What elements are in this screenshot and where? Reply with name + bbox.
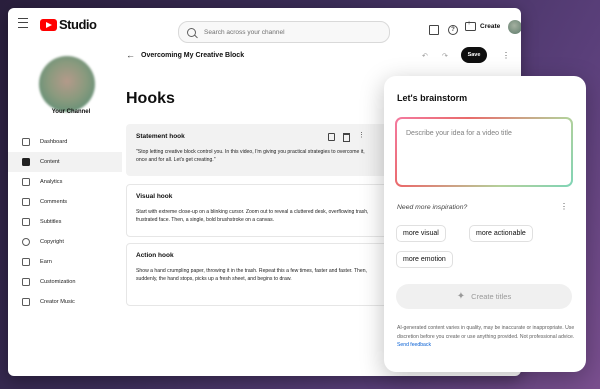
help-icon[interactable]: ?	[448, 25, 458, 35]
chip-more-actionable[interactable]: more actionable	[469, 225, 533, 242]
card-body: "Stop letting creative block control you…	[136, 149, 365, 163]
sparkle-icon: ✦	[456, 291, 466, 302]
sidebar-item-customization[interactable]: Customization	[8, 272, 122, 292]
sidebar-item-dashboard[interactable]: Dashboard	[8, 132, 122, 152]
brainstorm-panel: Let's brainstorm Describe your idea for …	[384, 76, 586, 372]
sidebar-item-label: Dashboard	[40, 139, 68, 145]
top-bar: Studio Search across your channel ? Crea…	[8, 8, 521, 43]
disclaimer-text: AI-generated content varies in quality, …	[397, 325, 575, 340]
copy-icon[interactable]	[328, 133, 335, 141]
redo-icon[interactable]: ↷	[442, 52, 448, 60]
create-titles-button[interactable]: ✦ Create titles	[396, 284, 572, 309]
subtitles-icon	[22, 218, 30, 226]
create-button[interactable]: Create	[465, 20, 501, 31]
customization-icon	[22, 278, 30, 286]
dashboard-icon	[22, 138, 30, 146]
sidebar-item-creator-music[interactable]: Creator Music	[8, 292, 122, 312]
delete-icon[interactable]	[343, 133, 350, 142]
sidebar-item-analytics[interactable]: Analytics	[8, 172, 122, 192]
logo-text: Studio	[59, 17, 97, 32]
youtube-logo-icon	[40, 18, 57, 31]
search-icon	[187, 27, 196, 37]
hook-card-action[interactable]: Action hook Show a hand crumpling paper,…	[126, 243, 388, 306]
card-body: Show a hand crumpling paper, throwing it…	[136, 268, 367, 282]
card-tools: ⋮	[328, 132, 365, 142]
earn-icon	[22, 258, 30, 266]
save-button[interactable]: Save	[461, 47, 487, 63]
idea-input[interactable]	[397, 119, 571, 185]
send-feedback-link[interactable]: Send feedback	[397, 342, 431, 348]
sidebar-item-content[interactable]: Content	[8, 152, 122, 172]
chip-more-emotion[interactable]: more emotion	[396, 251, 453, 268]
sidebar-item-comments[interactable]: Comments	[8, 192, 122, 212]
sidebar-item-subtitles[interactable]: Subtitles	[8, 212, 122, 232]
channel-avatar[interactable]	[39, 56, 95, 112]
inspiration-label: Need more inspiration?	[397, 204, 468, 211]
feedback-icon[interactable]	[429, 25, 439, 35]
sidebar-item-label: Copyright	[40, 239, 64, 245]
card-title: Visual hook	[136, 193, 173, 200]
channel-name: Your Channel	[51, 109, 91, 115]
sidebar: Your Channel Dashboard Content Analytics…	[8, 38, 122, 376]
inspiration-more-icon[interactable]: ⋮	[560, 202, 568, 211]
create-titles-label: Create titles	[471, 292, 512, 301]
more-options-icon[interactable]: ⋮	[502, 51, 510, 60]
ai-disclaimer: AI-generated content varies in quality, …	[397, 324, 577, 350]
create-video-icon	[465, 20, 476, 31]
page-title: Hooks	[126, 90, 175, 107]
sidebar-item-label: Creator Music	[40, 299, 75, 305]
sidebar-item-label: Earn	[40, 259, 52, 265]
card-title: Action hook	[136, 252, 174, 259]
panel-title: Let's brainstorm	[397, 93, 468, 103]
sidebar-item-label: Comments	[40, 199, 68, 205]
studio-logo[interactable]: Studio	[40, 17, 97, 32]
sidebar-item-label: Content	[40, 159, 60, 165]
create-label: Create	[480, 23, 501, 30]
sidebar-item-label: Subtitles	[40, 219, 62, 225]
card-title: Statement hook	[136, 133, 185, 140]
video-title: Overcoming My Creative Block	[141, 52, 245, 59]
copyright-icon	[22, 238, 30, 246]
undo-icon[interactable]: ↶	[422, 52, 428, 60]
account-avatar[interactable]	[508, 20, 521, 34]
sidebar-item-earn[interactable]: Earn	[8, 252, 122, 272]
hook-card-statement[interactable]: Statement hook ⋮ "Stop letting creative …	[126, 124, 388, 176]
sidebar-nav: Dashboard Content Analytics Comments Sub…	[8, 132, 122, 312]
comments-icon	[22, 198, 30, 206]
card-more-icon[interactable]: ⋮	[358, 132, 365, 142]
hook-card-visual[interactable]: Visual hook Start with extreme close-up …	[126, 184, 388, 237]
back-arrow-icon[interactable]: ←	[126, 50, 135, 60]
sidebar-item-label: Analytics	[40, 179, 63, 185]
analytics-icon	[22, 178, 30, 186]
sidebar-item-label: Customization	[40, 279, 76, 285]
search-placeholder: Search across your channel	[204, 28, 285, 36]
menu-icon[interactable]	[18, 18, 28, 28]
sidebar-item-copyright[interactable]: Copyright	[8, 232, 122, 252]
card-body: Start with extreme close-up on a blinkin…	[136, 209, 369, 223]
chip-more-visual[interactable]: more visual	[396, 225, 446, 242]
idea-input-placeholder: Describe your idea for a video title	[406, 130, 512, 137]
creator-music-icon	[22, 298, 30, 306]
content-icon	[22, 158, 30, 166]
